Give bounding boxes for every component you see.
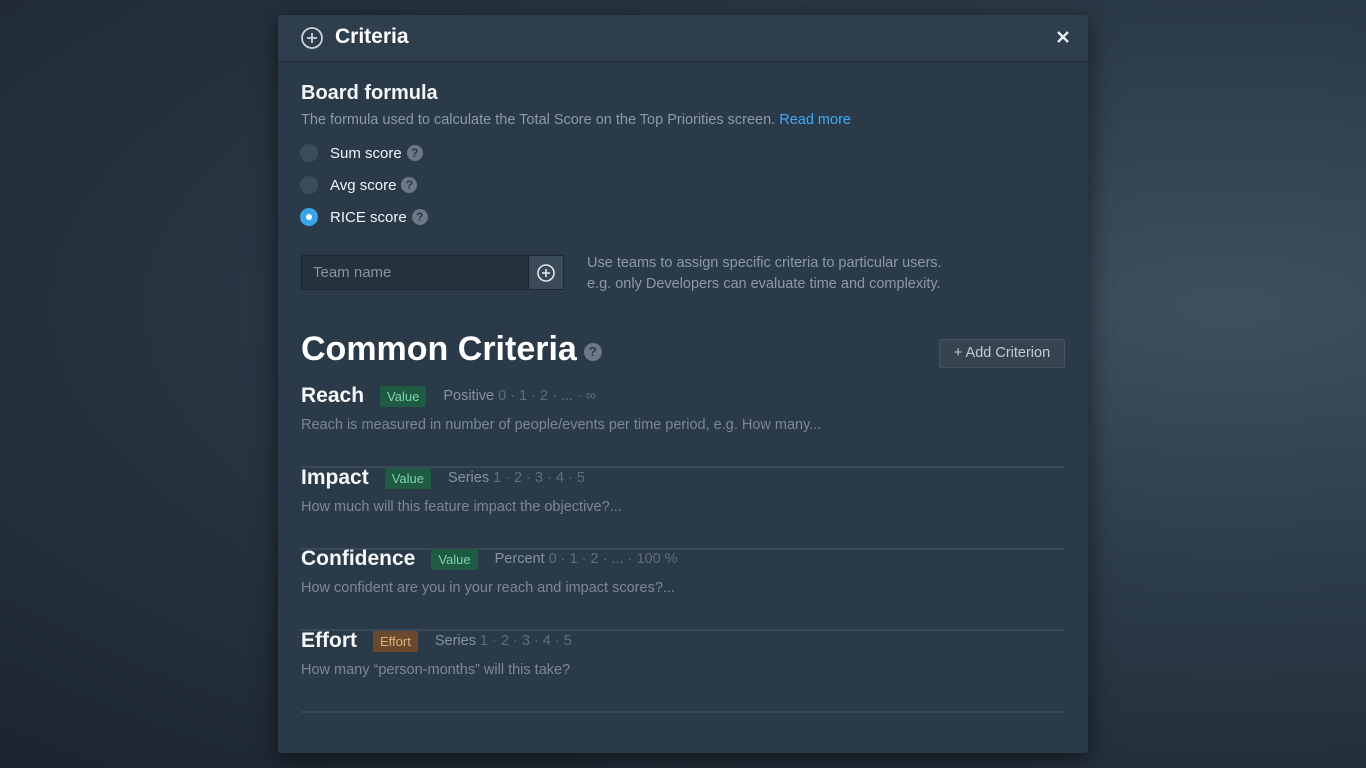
scale-type: Series [447,470,490,486]
criterion-header: Reach Value Positive 0 · 1 · 2 · ... · ∞ [301,384,596,408]
criterion-badge: Value [384,467,431,489]
radio-label: Sum score [330,144,402,162]
help-icon[interactable]: ? [411,209,428,225]
modal-title: Criteria [335,25,409,48]
criterion-scale: Positive 0 · 1 · 2 · ... · ∞ [443,388,596,404]
criterion-scale: Percent 0 · 1 · 2 · ... · 100 % [495,551,678,567]
scale-type: Positive [443,388,495,404]
radio-label: RICE score [330,208,407,226]
radio-avg-score[interactable]: Avg score ? [300,174,418,196]
criterion-name: Confidence [301,547,416,570]
criterion-description: Reach is measured in number of people/ev… [301,417,822,433]
team-name-input[interactable] [301,255,529,290]
team-help-line: Use teams to assign specific criteria to… [587,255,942,271]
criterion-confidence[interactable]: Confidence Value Percent 0 · 1 · 2 · ... … [301,547,1065,631]
criterion-description: How many “person-months” will this take? [301,662,571,678]
criterion-scale: Series 1 · 2 · 3 · 4 · 5 [435,633,572,649]
board-formula-text: The formula used to calculate the Total … [301,112,776,128]
radio-button-checked[interactable] [300,208,318,226]
criterion-impact[interactable]: Impact Value Series 1 · 2 · 3 · 4 · 5 How… [301,466,1065,550]
criterion-name: Reach [301,384,365,407]
add-criterion-button[interactable]: + Add Criterion [939,339,1065,368]
criterion-name: Effort [301,629,357,652]
radio-label: Avg score [330,176,397,194]
radio-button[interactable] [300,176,318,194]
criterion-header: Impact Value Series 1 · 2 · 3 · 4 · 5 [301,466,585,490]
criterion-scale: Series 1 · 2 · 3 · 4 · 5 [448,470,585,486]
criterion-description: How much will this feature impact the ob… [301,499,622,515]
criterion-badge: Effort [373,630,418,652]
scale-steps: 1 · 2 · 3 · 4 · 5 [479,633,572,649]
criteria-modal: Criteria Board formula The formula used … [278,15,1088,753]
scale-type: Series [434,633,476,649]
board-formula-title: Board formula [301,82,438,104]
scale-steps: 1 · 2 · 3 · 4 · 5 [493,470,585,486]
criterion-name: Impact [301,466,369,489]
read-more-link[interactable]: Read more [779,112,851,128]
radio-rice-score[interactable]: RICE score ? [300,206,428,228]
team-help-line: e.g. only Developers can evaluate time a… [587,276,941,292]
plus-circle-icon [537,264,555,282]
help-icon[interactable]: ? [401,177,418,193]
scale-type: Percent [494,551,545,567]
common-criteria-title: Common Criteria ? [301,330,602,369]
close-icon[interactable] [1052,26,1074,48]
add-team-button[interactable] [528,255,564,290]
plus-circle-icon [301,27,323,49]
board-formula-description: The formula used to calculate the Total … [301,112,851,128]
criterion-header: Effort Effort Series 1 · 2 · 3 · 4 · 5 [301,629,572,653]
help-icon[interactable]: ? [583,342,602,361]
help-icon[interactable]: ? [406,145,423,161]
common-criteria-label: Common Criteria [301,330,577,368]
team-help-text: Use teams to assign specific criteria to… [587,253,942,295]
criterion-effort[interactable]: Effort Effort Series 1 · 2 · 3 · 4 · 5 Ho… [301,629,1065,713]
scale-steps: 0 · 1 · 2 · ... · 100 % [548,551,678,567]
radio-button[interactable] [300,144,318,162]
criterion-description: How confident are you in your reach and … [301,580,675,596]
criterion-badge: Value [380,385,427,407]
criterion-reach[interactable]: Reach Value Positive 0 · 1 · 2 · ... · ∞ … [301,384,1065,468]
radio-sum-score[interactable]: Sum score ? [300,142,423,164]
modal-header: Criteria [278,15,1088,62]
scale-steps: 0 · 1 · 2 · ... · ∞ [498,388,597,404]
criterion-badge: Value [431,548,478,570]
criterion-header: Confidence Value Percent 0 · 1 · 2 · ... … [301,547,678,571]
